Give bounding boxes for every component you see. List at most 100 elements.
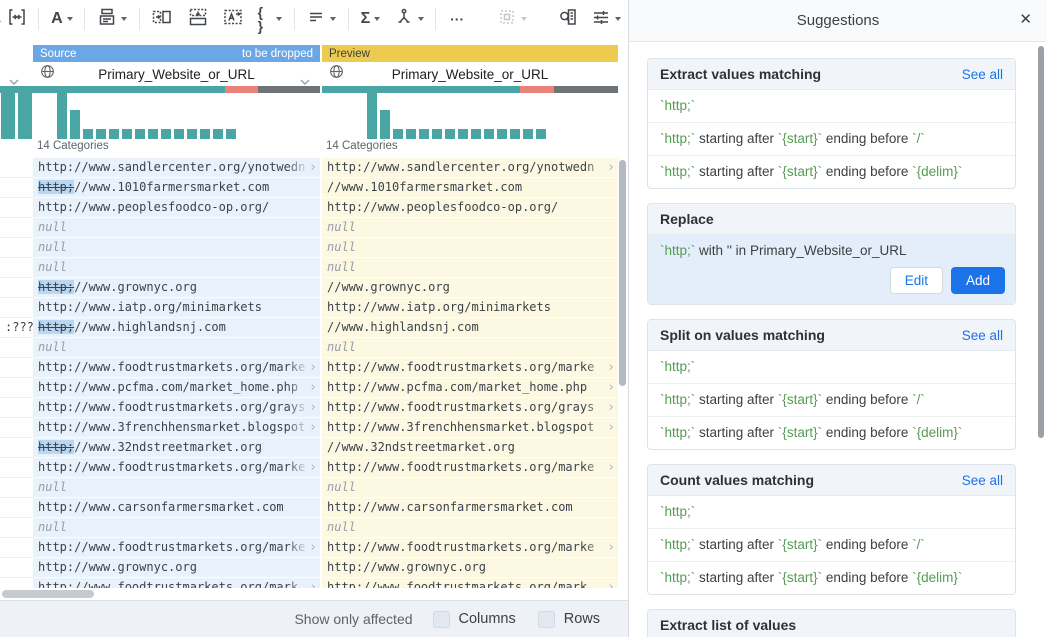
source-cell[interactable]: http://www.foodtrustmarkets.org/marke› [33, 358, 320, 378]
histogram-bar[interactable] [419, 129, 429, 139]
rows-checkbox[interactable] [538, 611, 555, 628]
preview-cell[interactable]: //www.grownyc.org [322, 278, 618, 298]
index-quality-bar[interactable] [0, 86, 33, 93]
chevron-right-icon[interactable]: › [309, 398, 317, 417]
more-transforms-button[interactable]: ··· [444, 4, 470, 34]
source-cell[interactable]: null [33, 518, 320, 538]
preview-cell[interactable]: http://www.grownyc.org [322, 558, 618, 578]
chevron-right-icon[interactable]: › [607, 418, 615, 437]
source-cell[interactable]: http://www.peoplesfoodco-op.org/ [33, 198, 320, 218]
source-cell[interactable]: http://www.iatp.org/minimarkets [33, 298, 320, 318]
suggestion-item[interactable]: `http;` starting after `{start}` ending … [648, 156, 1015, 188]
columns-checkbox[interactable] [433, 611, 450, 628]
format-button[interactable]: A [47, 4, 76, 34]
histogram-bar[interactable] [200, 129, 210, 139]
histogram-bar[interactable] [1, 93, 15, 139]
grid-vertical-scrollbar[interactable] [619, 158, 627, 588]
preview-cell[interactable]: //www.highlandsnj.com [322, 318, 618, 338]
preview-cell[interactable]: http://www.peoplesfoodco-op.org/ [322, 198, 618, 218]
preview-cell[interactable]: //www.32ndstreetmarket.org [322, 438, 618, 458]
matched-pattern-highlight[interactable]: http; [38, 440, 74, 454]
histogram-bar[interactable] [70, 110, 80, 139]
source-cell[interactable]: http://www.pcfma.com/market_home.php› [33, 378, 320, 398]
histogram-bar[interactable] [96, 129, 106, 139]
source-cell[interactable]: null [33, 218, 320, 238]
join-button[interactable] [390, 4, 427, 34]
histogram-bar[interactable] [18, 93, 32, 139]
merge-columns-button[interactable] [3, 4, 30, 34]
add-button[interactable]: Add [951, 267, 1005, 294]
search-transforms-button[interactable] [554, 4, 581, 34]
chevron-right-icon[interactable]: › [309, 418, 317, 437]
chevron-right-icon[interactable]: › [309, 578, 317, 588]
source-cell[interactable]: http://www.foodtrustmarkets.org/marke› [33, 538, 320, 558]
histogram-bar[interactable] [122, 129, 132, 139]
split-columns-button[interactable] [148, 4, 177, 34]
preview-cell[interactable]: http://www.sandlercenter.org/ynotwedn› [322, 158, 618, 178]
histogram-bar[interactable] [523, 129, 533, 139]
histogram-bar[interactable] [109, 129, 119, 139]
matched-pattern-highlight[interactable]: http; [38, 180, 74, 194]
grid-horizontal-scrollbar[interactable] [0, 589, 618, 600]
histogram-bar[interactable] [536, 129, 546, 139]
settings-sliders-button[interactable] [588, 4, 625, 34]
scrollbar-thumb[interactable] [619, 160, 626, 386]
histogram-bar[interactable] [510, 129, 520, 139]
preview-cell[interactable]: http://www.3frenchhensmarket.blogspot› [322, 418, 618, 438]
histogram-bar[interactable] [406, 129, 416, 139]
split-rows-button[interactable] [183, 4, 212, 34]
chevron-right-icon[interactable]: › [607, 358, 615, 377]
preview-cell[interactable]: null [322, 518, 618, 538]
url-type-icon[interactable] [329, 64, 344, 84]
convert-values-button[interactable] [218, 4, 247, 34]
source-cell[interactable]: http://www.foodtrustmarkets.org/mark› [33, 578, 320, 588]
source-cell[interactable]: null [33, 338, 320, 358]
source-cell[interactable]: http;//www.1010farmersmarket.com [33, 178, 320, 198]
suggestion-item[interactable]: `http;` starting after `{start}` ending … [648, 384, 1015, 417]
source-cell[interactable]: null [33, 258, 320, 278]
chevron-right-icon[interactable]: › [607, 538, 615, 557]
suggestion-item[interactable]: `http;` [648, 496, 1015, 529]
suggestion-item[interactable]: `http;` starting after `{start}` ending … [648, 417, 1015, 449]
histogram-bar[interactable] [226, 129, 236, 139]
chevron-right-icon[interactable]: › [309, 378, 317, 397]
matched-pattern-highlight[interactable]: http; [38, 320, 74, 334]
chevron-right-icon[interactable]: › [607, 458, 615, 477]
chevron-right-icon[interactable]: › [607, 378, 615, 397]
see-all-link[interactable]: See all [962, 328, 1003, 343]
suggestion-item[interactable]: `http;` starting after `{start}` ending … [648, 529, 1015, 562]
quality-segment-mismatched[interactable] [225, 86, 258, 93]
suggestion-item[interactable]: `http;` [648, 90, 1015, 123]
suggestion-item[interactable]: `http;` with '' in Primary_Website_or_UR… [648, 235, 1015, 261]
source-cell[interactable]: http;//www.32ndstreetmarket.org [33, 438, 320, 458]
source-cell[interactable]: http://www.grownyc.org [33, 558, 320, 578]
quality-segment-valid[interactable] [33, 86, 225, 93]
url-type-icon[interactable] [40, 64, 55, 84]
matched-pattern-highlight[interactable]: http; [38, 280, 74, 294]
filter-button[interactable] [303, 4, 340, 34]
source-cell[interactable]: http://www.3frenchhensmarket.blogspot› [33, 418, 320, 438]
source-cell[interactable]: null [33, 478, 320, 498]
histogram-bar[interactable] [187, 129, 197, 139]
preview-cell[interactable]: http://www.pcfma.com/market_home.php› [322, 378, 618, 398]
preview-cell[interactable]: http://www.foodtrustmarkets.org/marke› [322, 458, 618, 478]
scrollbar-thumb[interactable] [1038, 46, 1044, 438]
preview-cell[interactable]: http://www.foodtrustmarkets.org/mark› [322, 578, 618, 588]
suggestion-item[interactable]: `http;` [648, 351, 1015, 384]
chevron-right-icon[interactable]: › [309, 458, 317, 477]
preview-cell[interactable]: null [322, 238, 618, 258]
preview-cell[interactable]: http://www.iatp.org/minimarkets [322, 298, 618, 318]
histogram-bar[interactable] [213, 129, 223, 139]
quality-segment-mismatched[interactable] [520, 86, 554, 93]
source-cell[interactable]: http://www.foodtrustmarkets.org/grays› [33, 398, 320, 418]
preview-cell[interactable]: http://www.carsonfarmersmarket.com [322, 498, 618, 518]
source-column-header[interactable]: Primary_Website_or_URL [33, 62, 320, 86]
chevron-right-icon[interactable]: › [309, 158, 317, 177]
histogram-bar[interactable] [367, 93, 377, 139]
panel-scrollbar[interactable] [1038, 46, 1044, 626]
histogram-bar[interactable] [458, 129, 468, 139]
quality-segment-missing[interactable] [258, 86, 320, 93]
preview-cell[interactable]: null [322, 218, 618, 238]
quality-segment-missing[interactable] [554, 86, 618, 93]
see-all-link[interactable]: See all [962, 473, 1003, 488]
